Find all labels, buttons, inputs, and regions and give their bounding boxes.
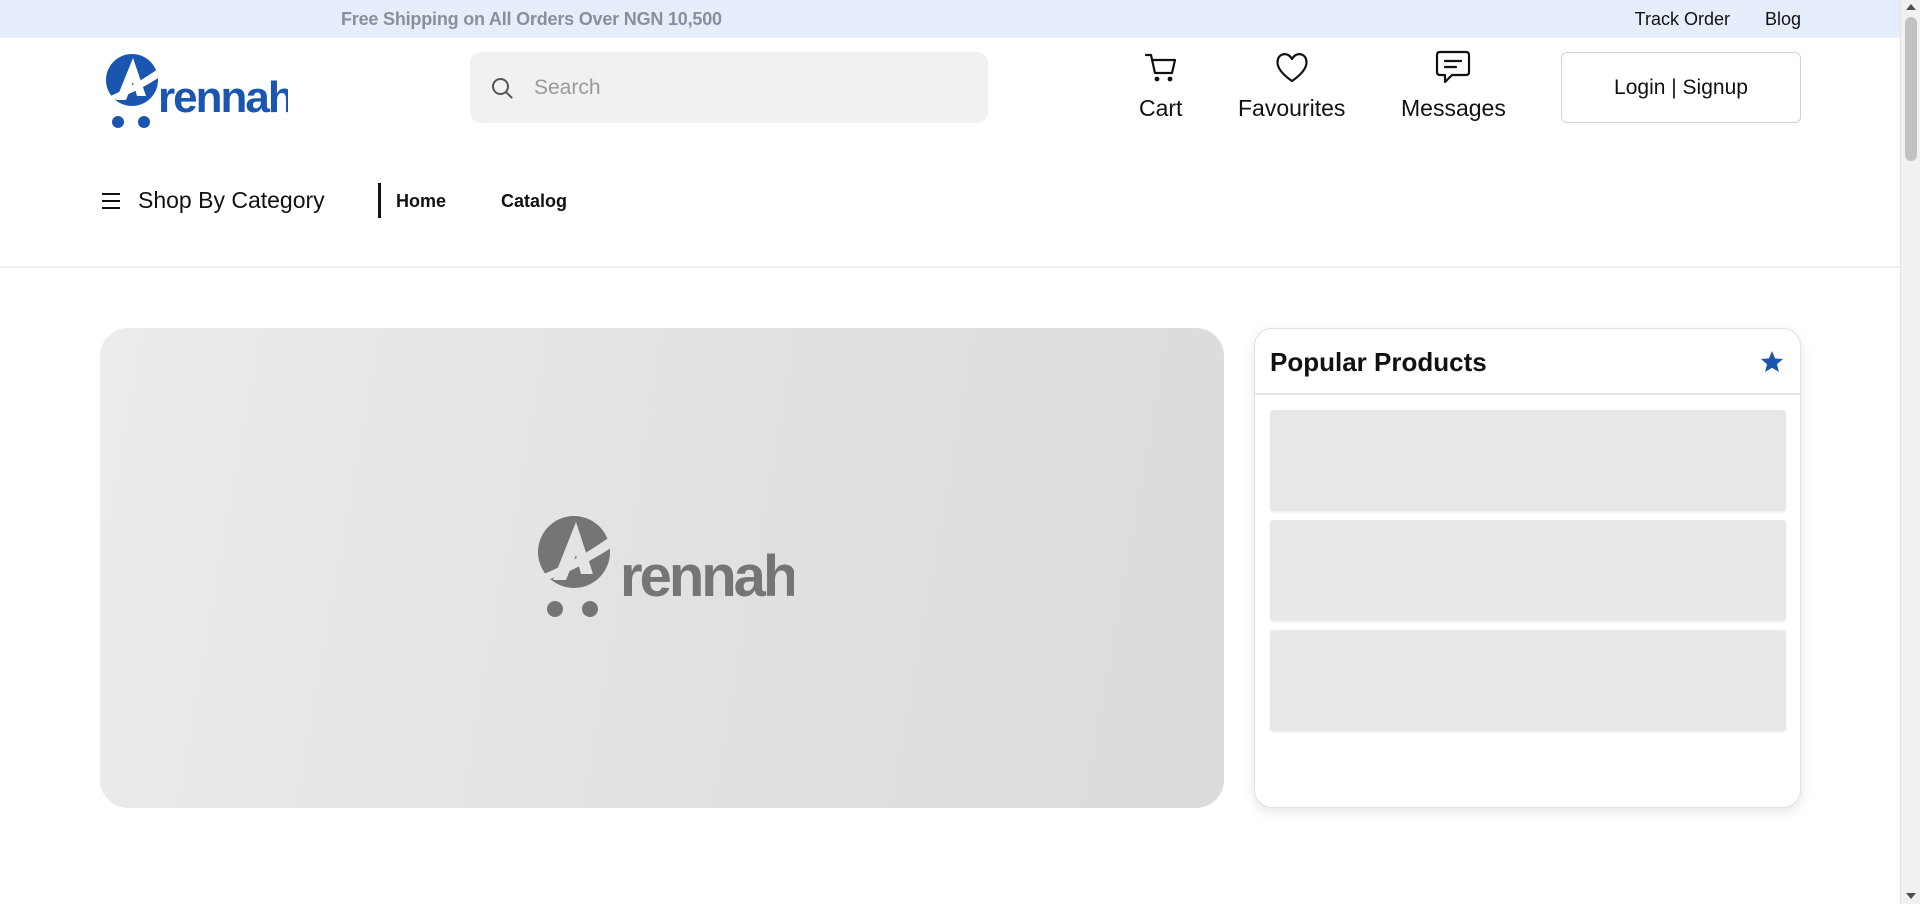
popular-products-title: Popular Products <box>1270 347 1487 377</box>
blog-link[interactable]: Blog <box>1765 9 1801 30</box>
logo-wordmark: rennah <box>158 73 288 122</box>
search-bar <box>470 52 988 123</box>
cart-button[interactable]: Cart <box>1139 48 1182 122</box>
nav-link-home[interactable]: Home <box>396 191 446 212</box>
header-divider <box>0 266 1900 268</box>
shop-by-category-button[interactable]: Shop By Category <box>101 187 325 214</box>
favourites-button[interactable]: Favourites <box>1238 48 1345 122</box>
hero-placeholder-logo: rennah <box>538 516 794 617</box>
product-skeleton <box>1270 520 1786 621</box>
message-icon <box>1436 50 1471 84</box>
page-scrollbar[interactable] <box>1900 0 1920 904</box>
announcement-bar: Free Shipping on All Orders Over NGN 10,… <box>0 0 1900 38</box>
login-signup-button[interactable]: Login | Signup <box>1561 52 1801 123</box>
track-order-link[interactable]: Track Order <box>1635 9 1730 30</box>
messages-label: Messages <box>1401 95 1506 121</box>
product-skeleton <box>1270 630 1786 731</box>
favourites-label: Favourites <box>1238 95 1346 121</box>
scroll-down-arrow-icon[interactable] <box>1906 893 1916 899</box>
scroll-up-arrow-icon[interactable] <box>1906 4 1916 10</box>
popular-products-header: Popular Products <box>1255 329 1800 395</box>
cart-icon <box>1144 53 1176 82</box>
shop-by-category-label: Shop By Category <box>138 187 325 213</box>
page: Free Shipping on All Orders Over NGN 10,… <box>0 0 1920 904</box>
nav-link-catalog[interactable]: Catalog <box>501 191 567 212</box>
hamburger-icon <box>102 192 120 209</box>
cart-label: Cart <box>1139 95 1183 121</box>
search-input[interactable] <box>534 52 974 123</box>
free-shipping-text: Free Shipping on All Orders Over NGN 10,… <box>341 9 722 29</box>
messages-button[interactable]: Messages <box>1401 48 1506 122</box>
nav-divider <box>378 183 381 218</box>
hero-logo-wordmark: rennah <box>620 544 794 609</box>
search-icon[interactable] <box>490 76 514 100</box>
rennah-logo[interactable]: rennah <box>102 52 288 130</box>
popular-products-panel: Popular Products <box>1254 328 1801 808</box>
top-links: Track Order Blog <box>1635 9 1801 30</box>
scrollbar-thumb[interactable] <box>1905 17 1917 161</box>
product-skeleton <box>1270 410 1786 511</box>
hero-banner-placeholder[interactable]: rennah <box>100 328 1224 808</box>
star-icon <box>1761 351 1783 372</box>
heart-icon <box>1276 53 1308 83</box>
